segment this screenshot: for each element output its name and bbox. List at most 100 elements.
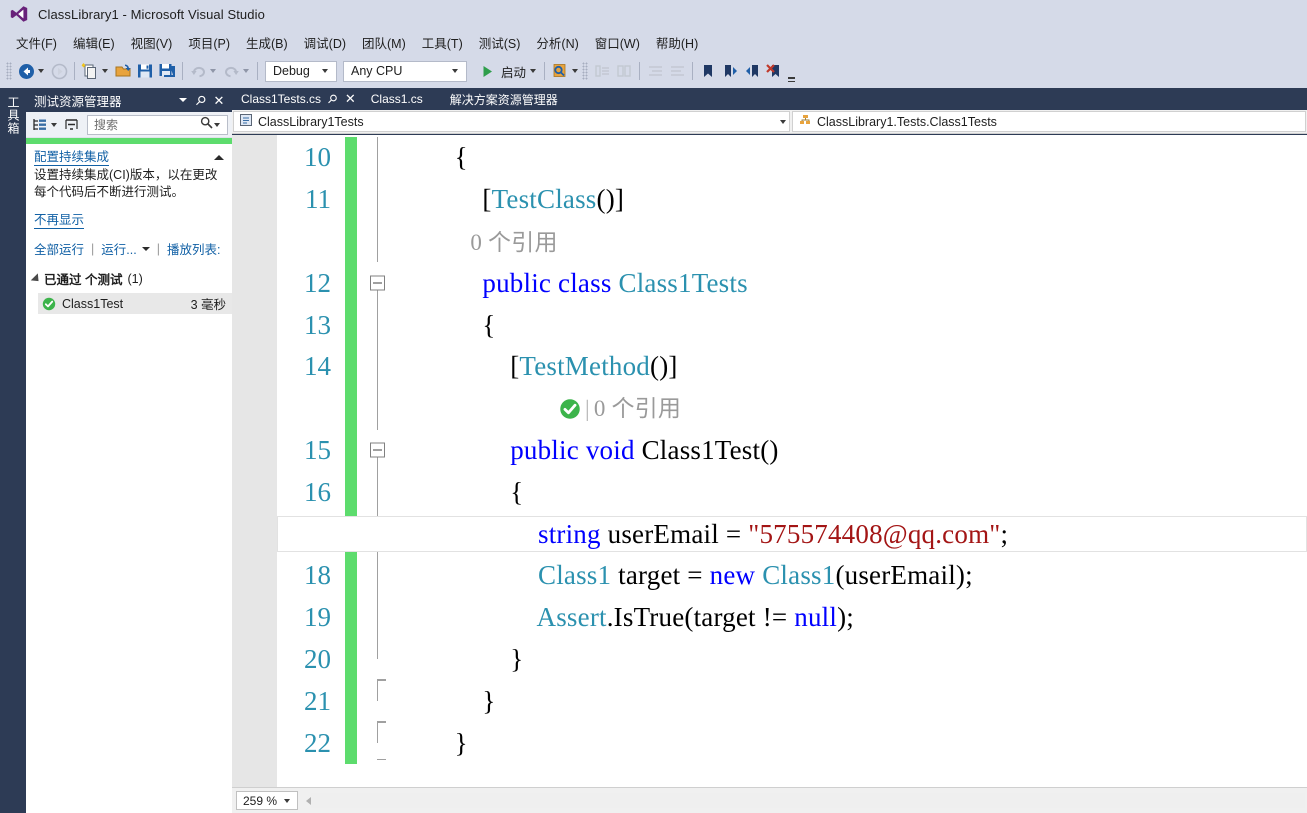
toolbox-tab[interactable]: 工具箱 [0, 88, 26, 813]
standard-toolbar: Debug Any CPU 启动 [0, 56, 1307, 86]
tab-class1tests-cs[interactable]: Class1Tests.cs ⚲ ✕ [232, 88, 362, 110]
codelens-class-references[interactable]: 0 个引用 [277, 220, 1307, 263]
toolbar-grip[interactable] [582, 62, 589, 80]
code-line-17[interactable]: 17 string userEmail = "575574408@qq.com"… [277, 513, 1307, 555]
editor-indicator-margin[interactable] [232, 135, 277, 787]
search-caret-icon[interactable] [214, 122, 220, 127]
playlist-link[interactable]: 播放列表: [167, 239, 220, 258]
code-editor[interactable]: 10 { 11 [TestClass()] 0 个引用 12 public cl… [232, 135, 1307, 787]
test-group-passed[interactable]: 已通过 个测试 (1) [26, 264, 232, 291]
horizontal-scroll-track[interactable] [311, 793, 1305, 808]
code-line-16[interactable]: 16 { [277, 471, 1307, 514]
tab-strip-spacer [563, 88, 1307, 110]
start-debug-label[interactable]: 启动 [498, 62, 529, 81]
collapse-region-button[interactable] [370, 275, 385, 291]
navbar-member-dropdown[interactable]: ClassLibrary1.Tests.Class1Tests [792, 111, 1306, 132]
code-line-15[interactable]: 15 public void Class1Test() [277, 429, 1307, 472]
group-by-caret-icon[interactable] [51, 122, 57, 127]
menu-item-project[interactable]: 项目(P) [180, 31, 238, 54]
code-scroll-region[interactable]: 10 { 11 [TestClass()] 0 个引用 12 public cl… [277, 135, 1307, 787]
code-line-14[interactable]: 14 [TestMethod()] [277, 345, 1307, 388]
save-all-icon[interactable] [156, 60, 178, 82]
toolbar-grip[interactable] [6, 62, 12, 80]
menu-item-test[interactable]: 测试(S) [471, 31, 529, 54]
menu-item-window[interactable]: 窗口(W) [587, 31, 648, 54]
code-line-21[interactable]: 21 } [277, 680, 1307, 723]
code-line-13[interactable]: 13 { [277, 304, 1307, 346]
find-caret-icon[interactable] [572, 69, 579, 73]
codelens-method-references[interactable]: | 0 个引用 [277, 387, 1307, 430]
code-line-19[interactable]: 19 Assert.IsTrue(target != null); [277, 596, 1307, 639]
code-line-18[interactable]: 18 Class1 target = new Class1(userEmail)… [277, 554, 1307, 597]
menu-item-file[interactable]: 文件(F) [8, 31, 65, 54]
save-icon[interactable] [134, 60, 156, 82]
code-line-20[interactable]: 20 } [277, 638, 1307, 681]
outdent-icon [666, 60, 688, 82]
navigate-back-caret-icon[interactable] [38, 69, 44, 73]
collapse-region-button[interactable] [370, 442, 385, 458]
open-file-icon[interactable] [112, 60, 134, 82]
menu-item-help[interactable]: 帮助(H) [648, 31, 706, 54]
prev-bookmark-icon[interactable] [741, 60, 763, 82]
find-icon[interactable] [549, 60, 571, 82]
navbar-type-dropdown[interactable]: ClassLibrary1Tests [233, 111, 790, 132]
test-passed-icon[interactable] [559, 398, 581, 420]
pin-icon[interactable]: ⚲ [192, 91, 210, 109]
zoom-level-dropdown[interactable]: 259 % [236, 791, 298, 810]
horizontal-scrollbar[interactable] [304, 792, 1305, 809]
menu-item-edit[interactable]: 编辑(E) [65, 31, 123, 54]
menu-item-view[interactable]: 视图(V) [123, 31, 181, 54]
code-line-12[interactable]: 12 public class Class1Tests [277, 262, 1307, 305]
visual-studio-window: ClassLibrary1 - Microsoft Visual Studio … [0, 0, 1307, 813]
configure-ci-link[interactable]: 配置持续集成 [34, 150, 110, 166]
close-icon[interactable]: ✕ [210, 91, 228, 109]
menu-item-tools[interactable]: 工具(T) [414, 31, 471, 54]
tab-label: Class1Tests.cs [241, 92, 322, 106]
close-icon[interactable]: ✕ [345, 91, 356, 107]
codelens-reference-count[interactable]: 0 个引用 [594, 397, 681, 420]
chevron-down-icon[interactable] [174, 91, 192, 109]
change-bar [345, 137, 357, 179]
codelens-reference-count[interactable]: 0 个引用 [470, 230, 557, 255]
undo-caret-icon [210, 69, 216, 73]
code-line-11[interactable]: 11 [TestClass()] [277, 178, 1307, 221]
code-line-22[interactable]: 22 } [277, 722, 1307, 764]
run-tests-link[interactable]: 运行... [101, 239, 136, 258]
solution-platform-dropdown[interactable]: Any CPU [343, 60, 467, 82]
triangle-down-icon[interactable] [30, 272, 43, 285]
clear-bookmarks-icon[interactable] [763, 60, 785, 82]
menu-item-team[interactable]: 团队(M) [354, 31, 414, 54]
chevron-up-icon[interactable] [214, 155, 224, 160]
pin-icon[interactable]: ⚲ [324, 91, 340, 107]
sort-icon[interactable] [61, 115, 81, 135]
run-all-tests-link[interactable]: 全部运行 [34, 239, 84, 258]
code-line-10[interactable]: 10 { [277, 137, 1307, 179]
new-item-icon[interactable] [79, 60, 101, 82]
chevron-down-icon[interactable] [141, 246, 150, 251]
test-list-item[interactable]: Class1Test 3 毫秒 [38, 293, 232, 314]
tab-class1-cs[interactable]: Class1.cs [362, 88, 429, 110]
bookmark-icon[interactable] [697, 60, 719, 82]
code-text: } [399, 643, 524, 674]
next-bookmark-icon[interactable] [719, 60, 741, 82]
menu-item-build[interactable]: 生成(B) [238, 31, 296, 54]
solution-configuration-dropdown[interactable]: Debug [265, 60, 337, 82]
test-search-input[interactable]: 搜索 [87, 114, 228, 135]
navigate-back-icon[interactable] [15, 60, 37, 82]
play-icon[interactable] [476, 60, 498, 82]
editor-navigation-bar: ClassLibrary1Tests ClassLibrary1.Tests.C… [232, 110, 1307, 134]
search-icon[interactable] [200, 116, 213, 134]
outline-column [357, 638, 399, 681]
window-title: ClassLibrary1 - Microsoft Visual Studio [38, 6, 265, 22]
ci-dismiss-link[interactable]: 不再显示 [34, 209, 85, 229]
new-item-caret-icon[interactable] [102, 69, 108, 73]
start-debug-caret-icon[interactable] [530, 69, 537, 73]
menu-bar: 文件(F) 编辑(E) 视图(V) 项目(P) 生成(B) 调试(D) 团队(M… [0, 30, 1307, 54]
menu-item-debug[interactable]: 调试(D) [296, 31, 354, 54]
toolbar-overflow-icon[interactable] [788, 60, 796, 82]
code-text: [TestMethod()] [399, 351, 678, 382]
menu-item-analyze[interactable]: 分析(N) [528, 31, 586, 54]
group-by-icon[interactable] [30, 115, 50, 135]
line-number: 20 [304, 643, 331, 674]
tab-solution-explorer[interactable]: 解决方案资源管理器 [441, 88, 564, 110]
